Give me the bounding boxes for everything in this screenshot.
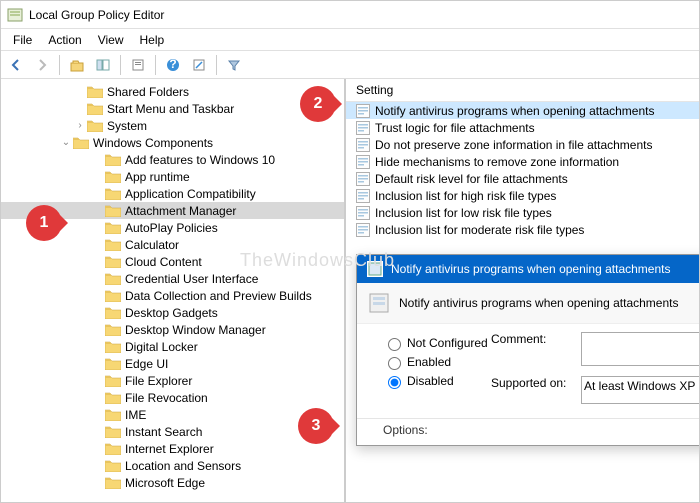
setting-item[interactable]: Inclusion list for low risk file types xyxy=(346,204,699,221)
dialog-heading: Notify antivirus programs when opening a… xyxy=(357,283,699,324)
callout-3: 3 xyxy=(298,408,334,444)
callout-2: 2 xyxy=(300,86,336,122)
tree-item[interactable]: Digital Locker xyxy=(1,338,344,355)
tree-item[interactable]: Cloud Content xyxy=(1,253,344,270)
svg-text:?: ? xyxy=(169,58,176,71)
separator xyxy=(59,55,60,75)
setting-item[interactable]: Default risk level for file attachments xyxy=(346,170,699,187)
setting-item[interactable]: Inclusion list for moderate risk file ty… xyxy=(346,221,699,238)
tree-pane[interactable]: Shared FoldersStart Menu and Taskbar›Sys… xyxy=(1,79,346,502)
setting-item[interactable]: Inclusion list for high risk file types xyxy=(346,187,699,204)
tree-item[interactable]: Credential User Interface xyxy=(1,270,344,287)
menu-action[interactable]: Action xyxy=(40,31,89,49)
list-header-setting[interactable]: Setting xyxy=(346,79,699,102)
radio-disabled[interactable]: Disabled xyxy=(383,373,491,389)
extended-button[interactable] xyxy=(188,54,210,76)
policy-dialog: Notify antivirus programs when opening a… xyxy=(356,254,699,446)
properties-button[interactable] xyxy=(127,54,149,76)
tree-item[interactable]: IME xyxy=(1,406,344,423)
supported-field: At least Windows XP P xyxy=(581,376,699,404)
tree-item[interactable]: Location and Sensors xyxy=(1,457,344,474)
tree-item[interactable]: Data Collection and Preview Builds xyxy=(1,287,344,304)
dialog-title-text: Notify antivirus programs when opening a… xyxy=(391,262,670,276)
tree-item[interactable]: Start Menu and Taskbar xyxy=(1,100,344,117)
tree-item[interactable]: Edge UI xyxy=(1,355,344,372)
show-hide-tree-button[interactable] xyxy=(92,54,114,76)
comment-label: Comment: xyxy=(491,332,581,346)
help-button[interactable]: ? xyxy=(162,54,184,76)
tree-item[interactable]: Desktop Gadgets xyxy=(1,304,344,321)
setting-item[interactable]: Notify antivirus programs when opening a… xyxy=(346,102,699,119)
tree-item[interactable]: Internet Explorer xyxy=(1,440,344,457)
tree-item[interactable]: File Revocation xyxy=(1,389,344,406)
separator xyxy=(216,55,217,75)
tree-item[interactable]: Microsoft Edge xyxy=(1,474,344,491)
menubar: File Action View Help xyxy=(1,29,699,51)
menu-view[interactable]: View xyxy=(90,31,132,49)
separator xyxy=(120,55,121,75)
tree-item[interactable]: Instant Search xyxy=(1,423,344,440)
titlebar: Local Group Policy Editor xyxy=(1,1,699,29)
tree-item[interactable]: ›System xyxy=(1,117,344,134)
comment-field[interactable] xyxy=(581,332,699,366)
setting-item[interactable]: Do not preserve zone information in file… xyxy=(346,136,699,153)
options-label: Options: xyxy=(357,418,699,445)
radio-group: Not Configured Enabled Disabled xyxy=(383,332,491,414)
menu-file[interactable]: File xyxy=(5,31,40,49)
tree-item[interactable]: Shared Folders xyxy=(1,83,344,100)
tree-item[interactable]: Application Compatibility xyxy=(1,185,344,202)
up-button[interactable] xyxy=(66,54,88,76)
tree-item-windows-components[interactable]: ⌄Windows Components xyxy=(1,134,344,151)
separator xyxy=(155,55,156,75)
supported-label: Supported on: xyxy=(491,376,581,390)
settings-pane: Setting Notify antivirus programs when o… xyxy=(346,79,699,502)
policy-large-icon xyxy=(369,293,389,313)
window-title: Local Group Policy Editor xyxy=(29,8,164,22)
forward-button[interactable] xyxy=(31,54,53,76)
setting-item[interactable]: Hide mechanisms to remove zone informati… xyxy=(346,153,699,170)
policy-icon xyxy=(367,261,383,277)
menu-help[interactable]: Help xyxy=(132,31,173,49)
callout-1: 1 xyxy=(26,205,62,241)
toolbar: ? xyxy=(1,51,699,79)
dialog-titlebar[interactable]: Notify antivirus programs when opening a… xyxy=(357,255,699,283)
filter-button[interactable] xyxy=(223,54,245,76)
app-icon xyxy=(7,7,23,23)
dialog-heading-text: Notify antivirus programs when opening a… xyxy=(399,296,678,310)
setting-item[interactable]: Trust logic for file attachments xyxy=(346,119,699,136)
tree-item[interactable]: App runtime xyxy=(1,168,344,185)
radio-not-configured[interactable]: Not Configured xyxy=(383,335,491,351)
back-button[interactable] xyxy=(5,54,27,76)
tree-item[interactable]: Desktop Window Manager xyxy=(1,321,344,338)
tree-item[interactable]: Add features to Windows 10 xyxy=(1,151,344,168)
radio-enabled[interactable]: Enabled xyxy=(383,354,491,370)
tree-item[interactable]: File Explorer xyxy=(1,372,344,389)
